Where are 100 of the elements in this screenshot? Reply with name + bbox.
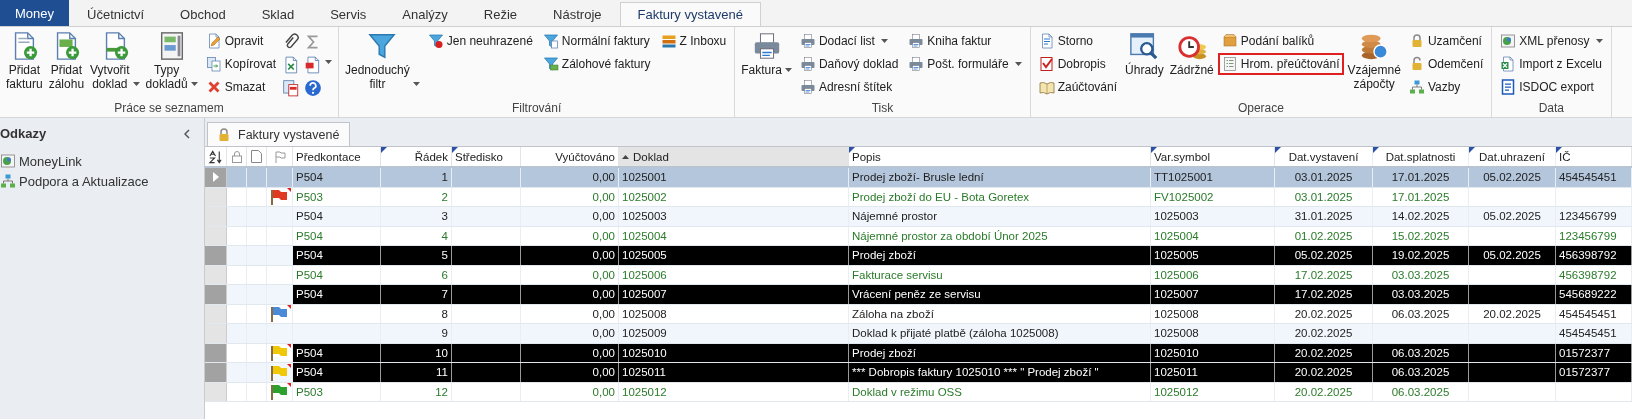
hierarchy-icon [1408, 79, 1425, 95]
table-cell: 8 [381, 304, 452, 323]
ribbon-button[interactable]: Adresní štítek [795, 76, 903, 98]
table-cell: 20.02.2025 [1275, 382, 1373, 401]
table-cell: Prodej zboží [849, 246, 1151, 265]
ribbon-button[interactable]: Dobropis [1034, 53, 1122, 75]
ribbon-button[interactable]: Jen neuhrazené [423, 30, 537, 52]
ribbon-button[interactable]: Daňový doklad [795, 53, 903, 75]
table-cell: P503 [293, 187, 381, 206]
ribbon-button[interactable]: Uzamčení [1404, 30, 1488, 52]
document-icon [1038, 56, 1055, 72]
document-tab[interactable]: Faktury vystavené [207, 122, 351, 146]
table-cell: 20.02.2025 [1469, 304, 1556, 323]
ribbon-button[interactable]: ISDOC export [1496, 76, 1607, 98]
table-row[interactable]: P504 6 0,00 1025006 Fakturace servisu 1025006 17.02.2025 03.03.2025 456398792 [205, 265, 1632, 285]
table-cell: Doklad v režimu OSS [849, 382, 1151, 401]
ribbon-tab[interactable]: Servis [312, 2, 385, 26]
table-cell: 1025007 [1151, 285, 1275, 304]
ribbon-button[interactable]: Storno [1034, 30, 1122, 52]
row-selector[interactable] [205, 285, 227, 304]
collapse-icon[interactable] [184, 128, 190, 139]
row-selector[interactable] [205, 324, 227, 343]
ribbon-tab[interactable]: Money [0, 0, 70, 26]
sidebar-link[interactable]: MoneyLink [0, 151, 82, 171]
ribbon-button[interactable]: Pošt. formuláře [904, 53, 1026, 75]
ribbon-tab[interactable]: Sklad [243, 2, 313, 26]
ribbon-button[interactable]: Zaúčtování [1034, 76, 1122, 98]
column-header[interactable]: IČ [1556, 147, 1632, 166]
row-selector[interactable] [205, 207, 227, 226]
table-row[interactable]: P503 12 0,00 1025012 Doklad v režimu OSS 1025012 20.02.2025 06.03.2025 [205, 382, 1632, 402]
corner-marker-icon [452, 147, 458, 153]
column-header[interactable]: Doklad [619, 147, 849, 166]
table-row[interactable]: P504 3 0,00 1025003 Nájemné prostor 1025003 31.01.2025 14.02.2025 05.02.2025 123456799 [205, 207, 1632, 227]
ribbon-button[interactable]: Normální faktury [538, 30, 655, 52]
ribbon-button[interactable]: Smazat [201, 76, 280, 98]
ribbon-button[interactable]: Odemčení [1404, 53, 1488, 75]
ribbon-button[interactable]: Jednoduchý filtr [343, 30, 422, 101]
inbox-icon [660, 33, 677, 49]
table-cell: 0,00 [521, 382, 619, 401]
table-cell: 05.02.2025 [1275, 246, 1373, 265]
row-selector[interactable] [205, 363, 227, 382]
table-row[interactable]: P503 2 0,00 1025002 Prodej zboží do EU - Bota Goretex FV1025002 03.01.2025 17.01.2025 [205, 187, 1632, 207]
ribbon-button[interactable]: Typy dokladů [143, 30, 200, 101]
ribbon-button[interactable]: XML přenosy [1496, 30, 1607, 52]
table-cell: P504 [293, 246, 381, 265]
ribbon-button[interactable]: Kniha faktur [904, 30, 1026, 52]
ribbon-button[interactable]: Zálohové faktury [538, 53, 655, 75]
ribbon-tab[interactable]: Nástroje [535, 2, 620, 26]
table-row[interactable]: P504 7 0,00 1025007 Vrácení peněz ze servisu 1025007 17.02.2025 03.03.2025 545689222 [205, 285, 1632, 305]
ribbon-button[interactable]: Opravit [201, 30, 280, 52]
ribbon-tab[interactable]: Analýzy [384, 2, 466, 26]
table-cell: 05.02.2025 [1469, 246, 1556, 265]
table-row[interactable]: P504 4 0,00 1025004 Nájemné prostor za období Únor 2025 1025004 01.02.2025 15.02.2025 123456799 [205, 226, 1632, 246]
ribbon-tab[interactable]: Režie [465, 2, 536, 26]
ribbon-tab[interactable]: Faktury vystavené [619, 2, 761, 26]
ribbon-button[interactable]: Přidat fakturu [4, 30, 45, 101]
flag-icon [273, 150, 286, 163]
table-cell: Fakturace servisu [849, 265, 1151, 284]
printer-icon [908, 33, 925, 49]
table-row[interactable]: P504 10 0,00 1025010 Prodej zboží 1025010 20.02.2025 06.03.2025 01572377 [205, 343, 1632, 363]
table-row[interactable]: 8 0,00 1025008 Záloha na zboží 1025008 20.02.2025 06.03.2025 20.02.2025 454545451 [205, 304, 1632, 324]
ribbon-tab[interactable]: Účetnictví [69, 2, 163, 26]
table-row[interactable]: P504 1 0,00 1025001 Prodej zboží- Brusle lední TT1025001 03.01.2025 17.01.2025 05.02.2025 454545451 [205, 168, 1632, 188]
magnifier-icon [1129, 31, 1160, 61]
ribbon-button[interactable]: Přidat zálohu [46, 30, 87, 101]
group-label: Data [1537, 101, 1566, 117]
row-selector[interactable] [205, 246, 227, 265]
document-icon [1500, 79, 1517, 95]
table-cell: 0,00 [521, 226, 619, 245]
ribbon-button[interactable]: Podání balíků [1217, 30, 1344, 52]
column-header[interactable]: Středisko [452, 147, 521, 166]
ribbon-button[interactable]: Hrom. přeúčtování [1217, 53, 1344, 75]
ribbon-button[interactable]: Z Inboxu [656, 30, 731, 52]
ribbon-button[interactable]: Dodací list [795, 30, 903, 52]
table-cell: Prodej zboží do EU - Bota Goretex [849, 187, 1151, 206]
lock-icon [230, 150, 243, 163]
table-cell: 6 [381, 265, 452, 284]
table-cell: 05.02.2025 [1469, 207, 1556, 226]
ribbon-button[interactable]: Faktura [739, 30, 794, 101]
table-cell: P504 [293, 207, 381, 226]
ribbon-button[interactable]: Úhrady [1123, 30, 1166, 101]
table-row[interactable]: 9 0,00 1025009 Doklad k přijaté platbě (záloha 1025008) 1025008 20.02.2025 454545451 [205, 324, 1632, 344]
table-row[interactable]: P504 11 0,00 1025011 *** Dobropis faktury 1025010 *** " Prodej zboží " 1025011 20.02.2025 06.03.2025 01572377 [205, 363, 1632, 383]
ribbon-button[interactable]: Kopírovat [201, 53, 280, 75]
table-row[interactable]: P504 5 0,00 1025005 Prodej zboží 1025005 05.02.2025 19.02.2025 05.02.2025 456398792 [205, 246, 1632, 266]
ribbon-tab[interactable]: Obchod [162, 2, 244, 26]
ribbon-button[interactable]: Vzájemné zápočty [1345, 30, 1403, 101]
ribbon-button[interactable]: Zádržné [1167, 30, 1216, 101]
ribbon-button[interactable]: Vytvořit doklad [88, 30, 142, 101]
sidebar-link[interactable]: Podpora a Aktualizace [0, 171, 149, 191]
sort-icon[interactable] [208, 149, 223, 164]
table-cell: 15.02.2025 [1373, 226, 1469, 245]
ribbon-button[interactable]: Vazby [1404, 76, 1488, 98]
table-cell: 2 [381, 187, 452, 206]
table-cell: 454545451 [1556, 304, 1632, 323]
table-cell: 5 [381, 246, 452, 265]
table-cell: 3 [381, 207, 452, 226]
ribbon-button[interactable]: Import z Excelu [1496, 53, 1607, 75]
table-cell: 1025003 [619, 207, 849, 226]
table-cell: 7 [381, 285, 452, 304]
